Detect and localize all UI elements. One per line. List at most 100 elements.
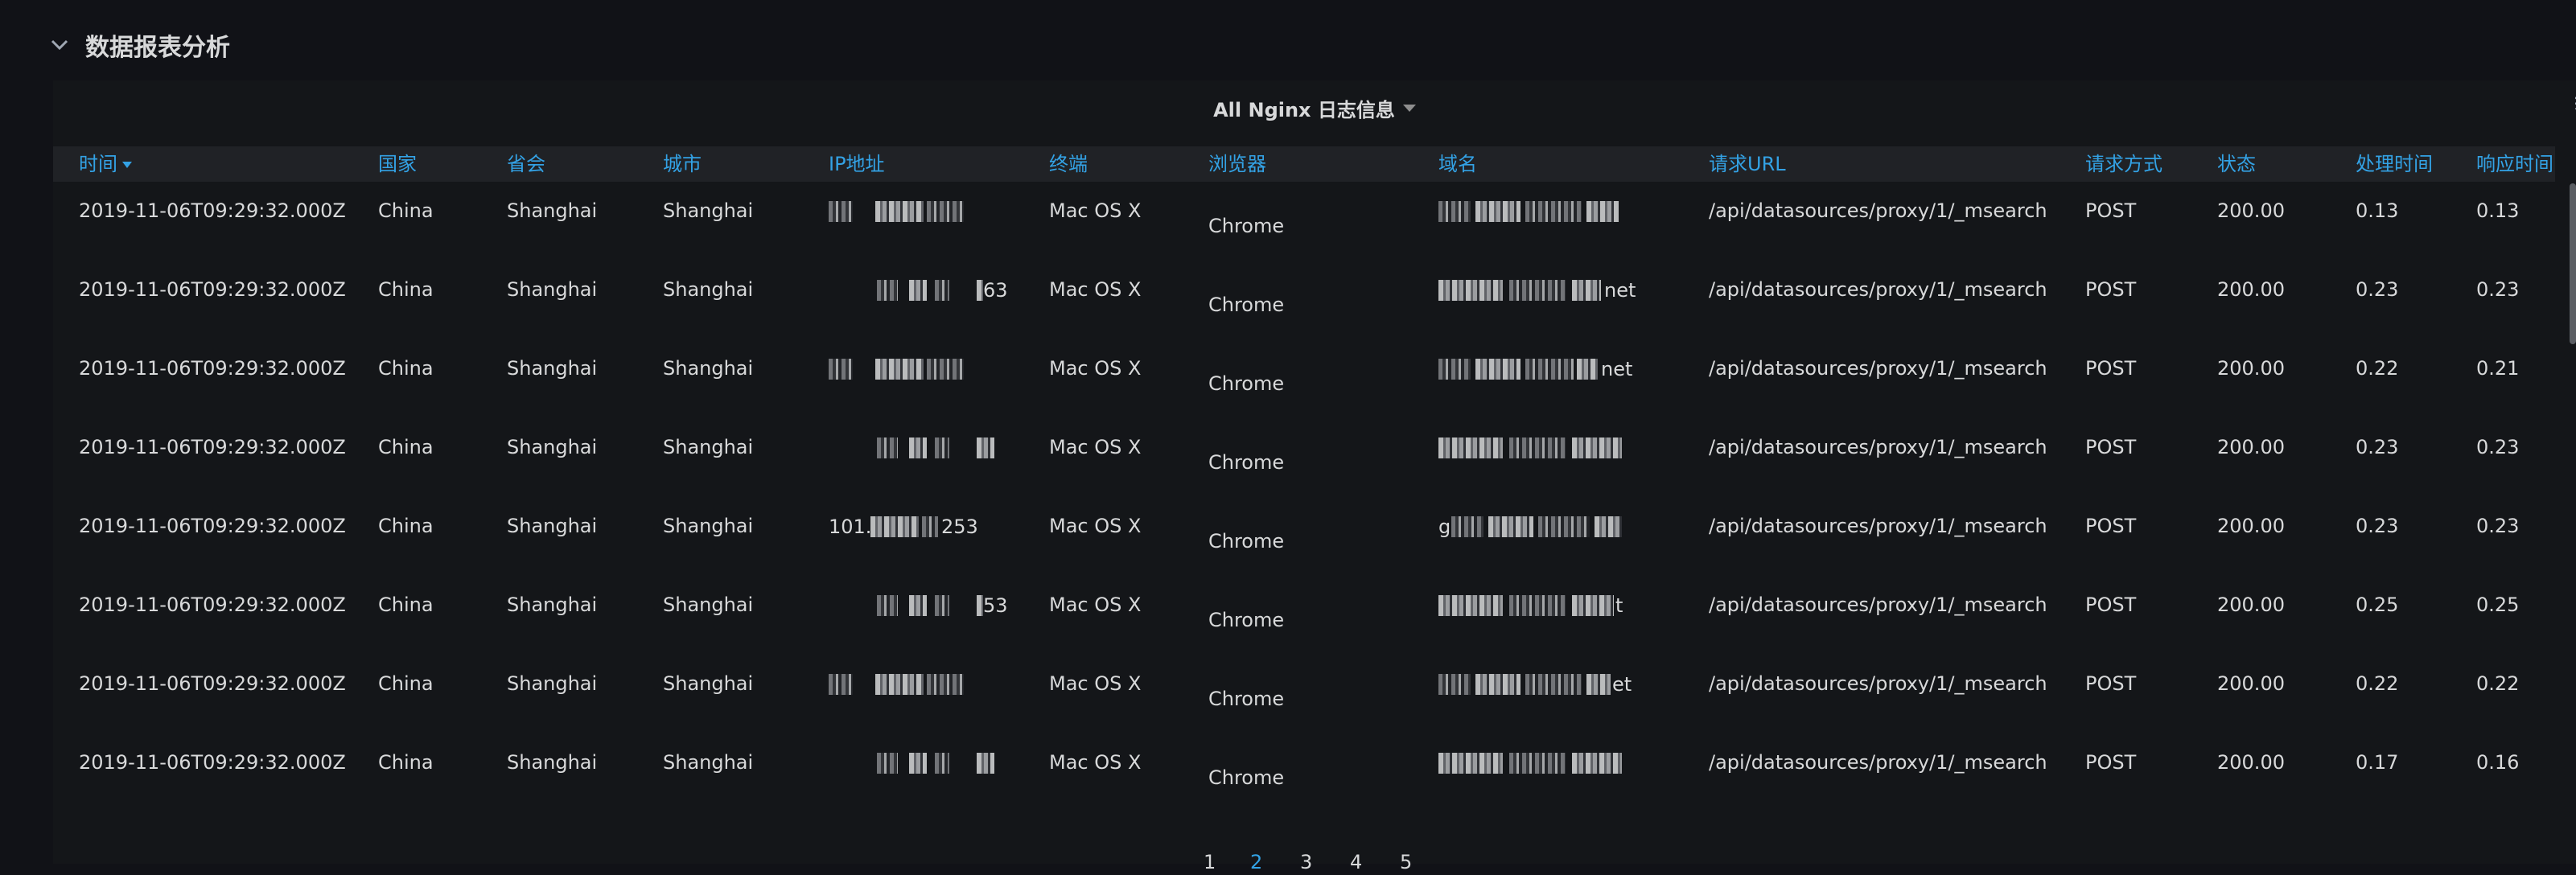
column-header-status[interactable]: 状态 — [2217, 146, 2256, 182]
cell-terminal: Mac OS X — [1049, 515, 1142, 537]
cell-browser: Chrome — [1208, 372, 1285, 395]
cell-browser: Chrome — [1208, 215, 1285, 237]
cell-status: 200.00 — [2217, 278, 2285, 301]
cell-request-url: /api/datasources/proxy/1/_msearch — [1709, 357, 2047, 380]
column-header-process-time[interactable]: 处理时间 — [2356, 146, 2433, 182]
table-row[interactable]: 2019-11-06T09:29:32.000Z China Shanghai … — [53, 418, 2555, 497]
panel-title: All Nginx 日志信息 — [1213, 98, 1395, 121]
cell-request-url: /api/datasources/proxy/1/_msearch — [1709, 672, 2047, 695]
cell-browser: Chrome — [1208, 294, 1285, 316]
cell-browser: Chrome — [1208, 451, 1285, 474]
cell-status: 200.00 — [2217, 357, 2285, 380]
table-row[interactable]: 2019-11-06T09:29:32.000Z China Shanghai … — [53, 655, 2555, 733]
cell-process-time: 0.22 — [2356, 357, 2399, 380]
cell-request-method: POST — [2085, 278, 2137, 301]
cell-domain-redacted: et — [1438, 673, 1640, 696]
cell-time: 2019-11-06T09:29:32.000Z — [79, 515, 346, 537]
panel-title-menu[interactable]: All Nginx 日志信息 — [53, 93, 2576, 122]
cell-city: Shanghai — [663, 515, 754, 537]
cell-status: 200.00 — [2217, 436, 2285, 458]
cell-province: Shanghai — [507, 672, 598, 695]
page-link-3[interactable]: 3 — [1300, 851, 1312, 873]
cell-time: 2019-11-06T09:29:32.000Z — [79, 357, 346, 380]
cell-city: Shanghai — [663, 357, 754, 380]
cell-country: China — [378, 436, 434, 458]
column-header-ip[interactable]: IP地址 — [829, 146, 885, 182]
cell-request-url: /api/datasources/proxy/1/_msearch — [1709, 436, 2047, 458]
column-header-request-method[interactable]: 请求方式 — [2085, 146, 2162, 182]
cell-status: 200.00 — [2217, 751, 2285, 774]
caret-down-icon — [1402, 104, 1416, 112]
table-panel: All Nginx 日志信息 ⋮ 时间 国家 省会 城市 IP地址 终端 浏览器… — [53, 80, 2576, 873]
table-header: 时间 国家 省会 城市 IP地址 终端 浏览器 域名 请求URL 请求方式 状态… — [53, 146, 2555, 182]
column-header-request-url[interactable]: 请求URL — [1709, 146, 1786, 182]
cell-country: China — [378, 199, 434, 222]
cell-domain-redacted: t — [1438, 594, 1640, 617]
cell-response-time: 0.22 — [2476, 672, 2520, 695]
column-header-browser[interactable]: 浏览器 — [1208, 146, 1266, 182]
cell-province: Shanghai — [507, 199, 598, 222]
cell-request-method: POST — [2085, 751, 2137, 774]
table-row[interactable]: 2019-11-06T09:29:32.000Z China Shanghai … — [53, 497, 2555, 576]
cell-request-method: POST — [2085, 515, 2137, 537]
page-link-5[interactable]: 5 — [1400, 851, 1412, 873]
cell-request-method: POST — [2085, 199, 2137, 222]
column-header-domain[interactable]: 域名 — [1438, 146, 1477, 182]
cell-domain-redacted: g — [1438, 516, 1640, 538]
table-row[interactable]: 2019-11-06T09:29:32.000Z China Shanghai … — [53, 261, 2555, 339]
cell-ip-redacted — [877, 753, 1006, 774]
page-link-1[interactable]: 1 — [1204, 851, 1216, 873]
cell-time: 2019-11-06T09:29:32.000Z — [79, 436, 346, 458]
table-row[interactable]: 2019-11-06T09:29:32.000Z China Shanghai … — [53, 182, 2555, 261]
column-header-country[interactable]: 国家 — [378, 146, 417, 182]
row-collapse-toggle[interactable]: 数据报表分析 — [48, 24, 230, 66]
cell-terminal: Mac OS X — [1049, 672, 1142, 695]
cell-country: China — [378, 278, 434, 301]
cell-terminal: Mac OS X — [1049, 594, 1142, 616]
cell-response-time: 0.23 — [2476, 515, 2520, 537]
cell-ip-redacted — [829, 359, 973, 380]
cell-city: Shanghai — [663, 594, 754, 616]
column-header-response-time[interactable]: 响应时间 — [2476, 146, 2553, 182]
cell-request-url: /api/datasources/proxy/1/_msearch — [1709, 199, 2047, 222]
cell-ip-redacted: 63 — [877, 279, 1008, 302]
cell-browser: Chrome — [1208, 766, 1285, 789]
cell-time: 2019-11-06T09:29:32.000Z — [79, 278, 346, 301]
table-row[interactable]: 2019-11-06T09:29:32.000Z China Shanghai … — [53, 733, 2555, 812]
cell-city: Shanghai — [663, 436, 754, 458]
cell-response-time: 0.13 — [2476, 199, 2520, 222]
cell-ip-redacted — [829, 201, 973, 222]
chevron-down-icon — [48, 34, 71, 56]
cell-province: Shanghai — [507, 357, 598, 380]
panel-menu-icon[interactable]: ⋮ — [2568, 97, 2576, 109]
cell-ip-redacted — [829, 674, 973, 695]
column-header-terminal[interactable]: 终端 — [1049, 146, 1088, 182]
cell-country: China — [378, 672, 434, 695]
cell-process-time: 0.22 — [2356, 672, 2399, 695]
sort-desc-icon — [122, 162, 132, 168]
cell-province: Shanghai — [507, 751, 598, 774]
cell-process-time: 0.25 — [2356, 594, 2399, 616]
cell-city: Shanghai — [663, 672, 754, 695]
cell-request-url: /api/datasources/proxy/1/_msearch — [1709, 751, 2047, 774]
column-header-time[interactable]: 时间 — [79, 146, 132, 182]
cell-time: 2019-11-06T09:29:32.000Z — [79, 751, 346, 774]
cell-terminal: Mac OS X — [1049, 278, 1142, 301]
table-row[interactable]: 2019-11-06T09:29:32.000Z China Shanghai … — [53, 576, 2555, 655]
cell-time: 2019-11-06T09:29:32.000Z — [79, 594, 346, 616]
column-header-province[interactable]: 省会 — [507, 146, 545, 182]
cell-response-time: 0.23 — [2476, 278, 2520, 301]
cell-response-time: 0.21 — [2476, 357, 2520, 380]
table-scrollbar[interactable] — [2570, 183, 2576, 344]
table-row[interactable]: 2019-11-06T09:29:32.000Z China Shanghai … — [53, 339, 2555, 418]
cell-process-time: 0.13 — [2356, 199, 2399, 222]
cell-response-time: 0.16 — [2476, 751, 2520, 774]
page-link-4[interactable]: 4 — [1350, 851, 1362, 873]
column-header-city[interactable]: 城市 — [663, 146, 702, 182]
cell-country: China — [378, 515, 434, 537]
cell-process-time: 0.23 — [2356, 278, 2399, 301]
cell-time: 2019-11-06T09:29:32.000Z — [79, 199, 346, 222]
page-link-2[interactable]: 2 — [1250, 851, 1262, 873]
cell-domain-redacted — [1438, 438, 1640, 458]
cell-request-method: POST — [2085, 672, 2137, 695]
